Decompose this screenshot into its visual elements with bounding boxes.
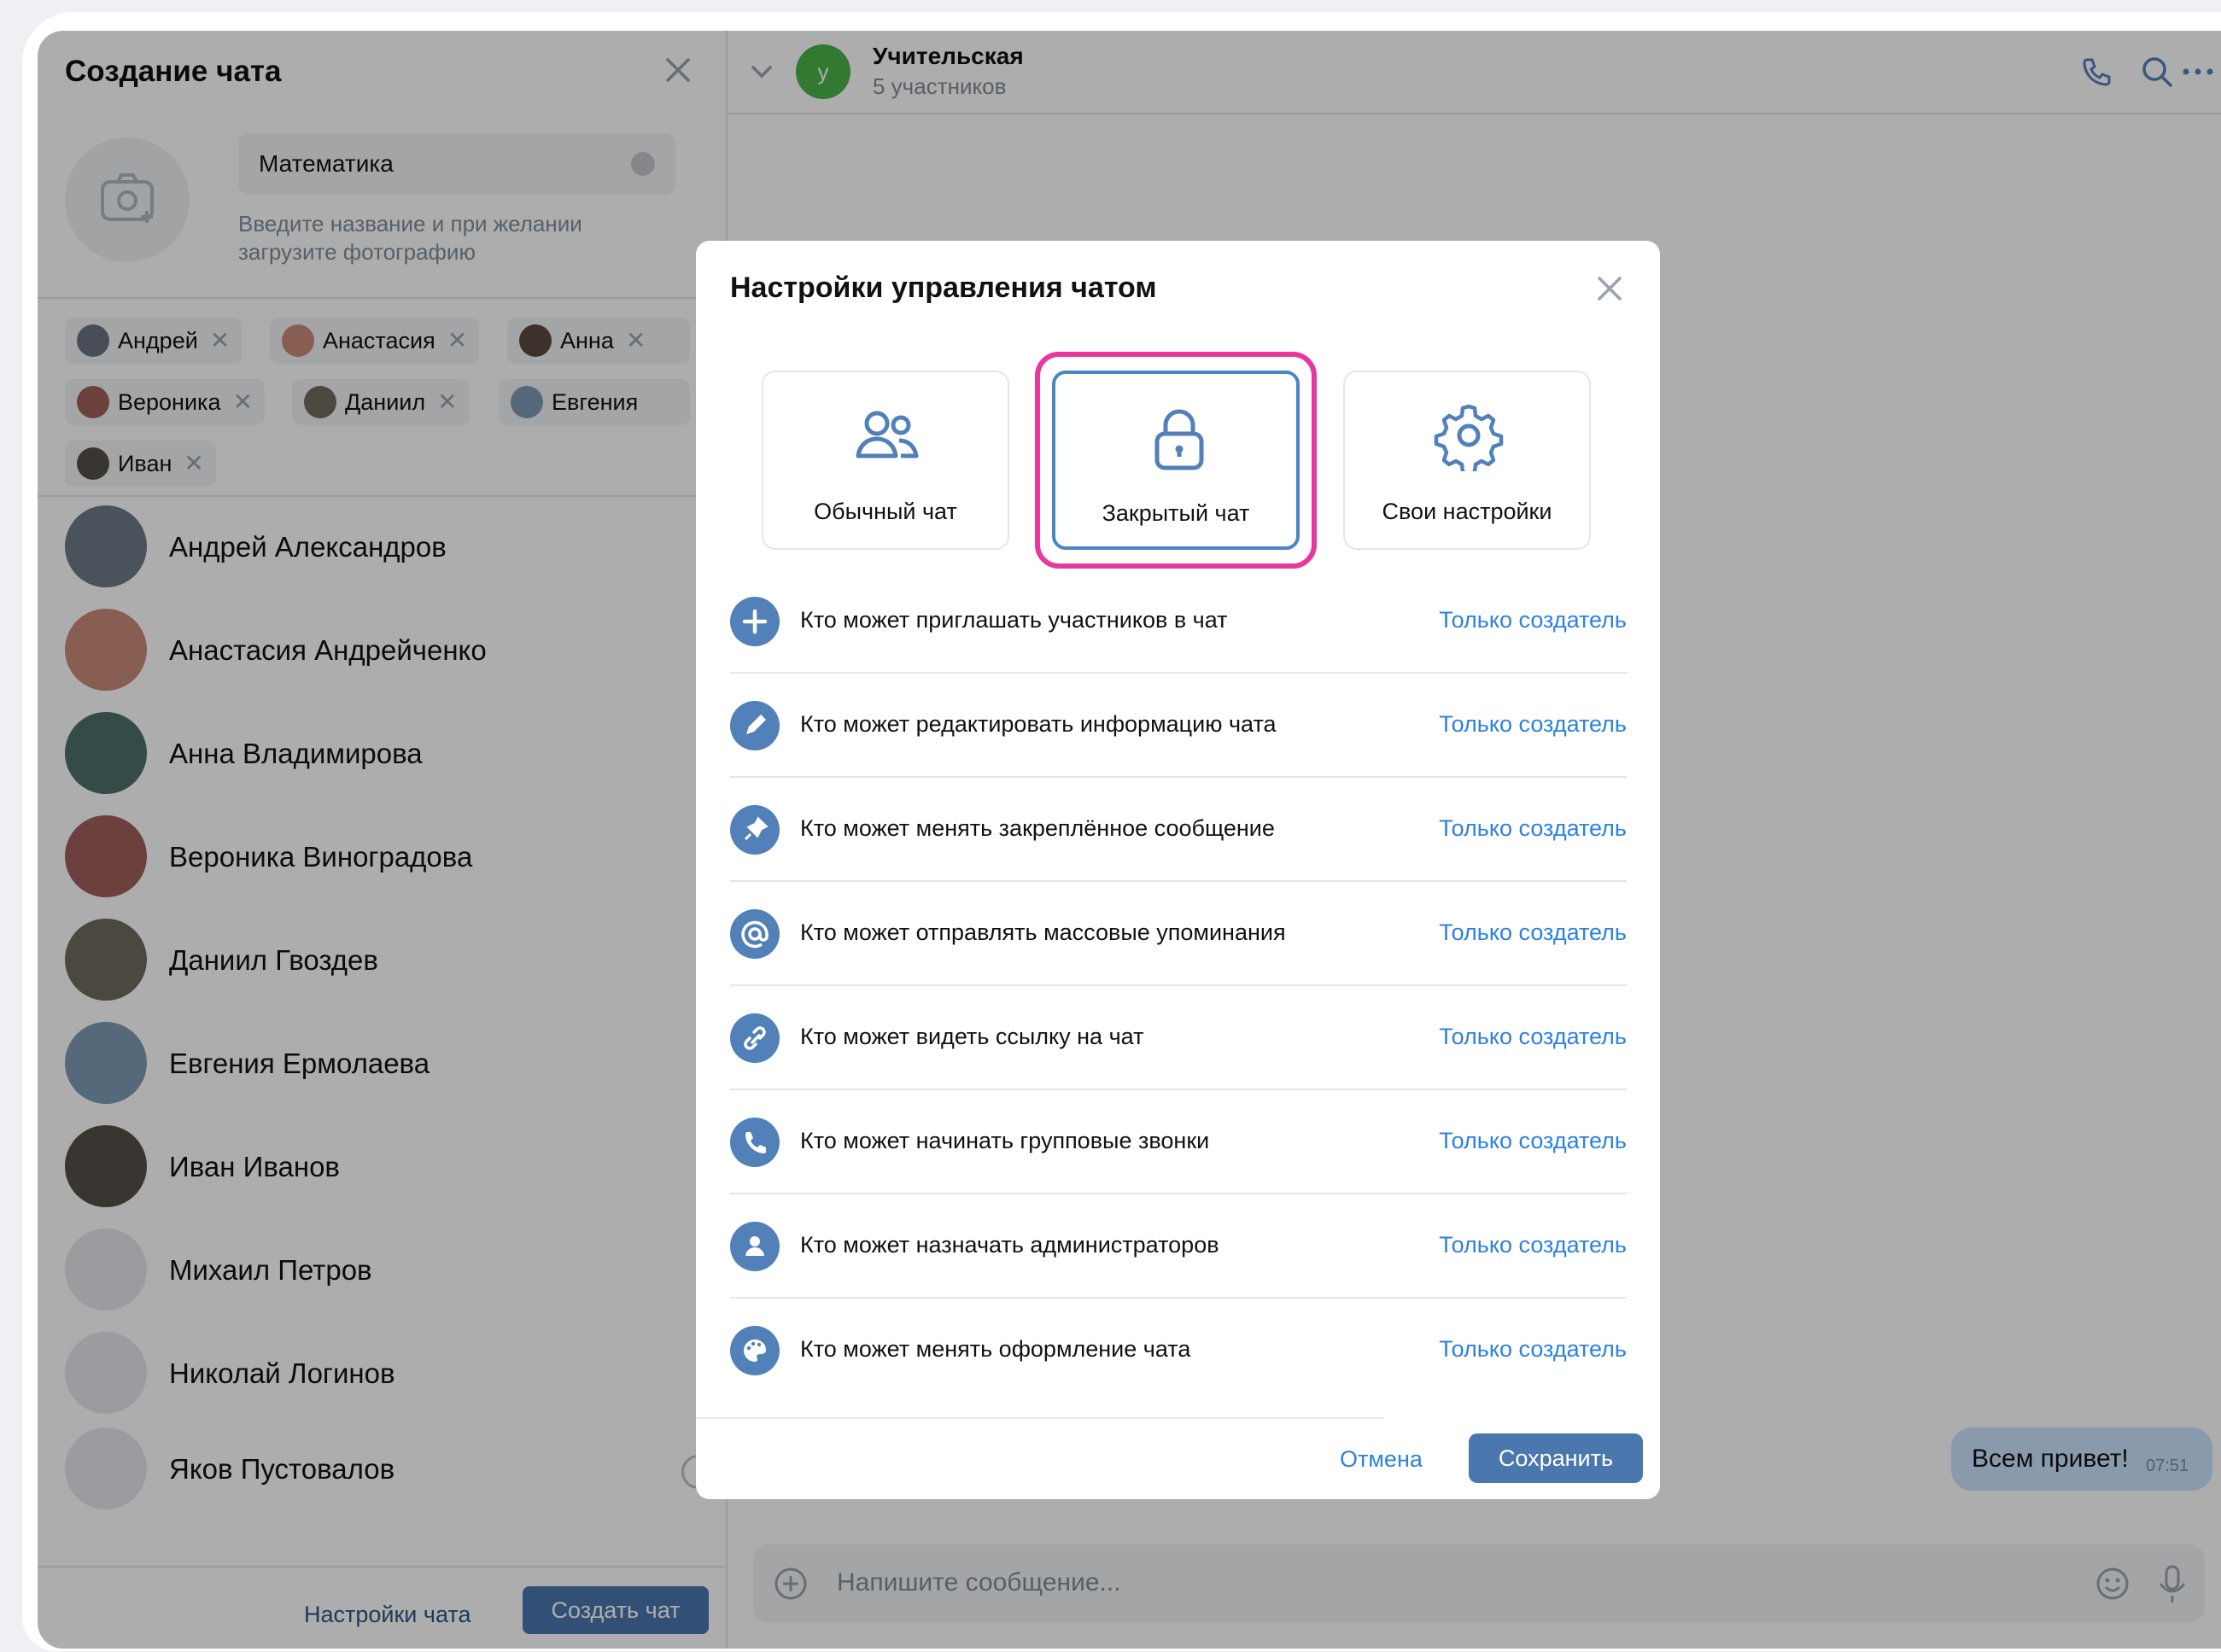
setting-row[interactable]: Кто может назначать администраторов Толь… (730, 1194, 1627, 1299)
setting-label: Кто может видеть ссылку на чат (800, 1024, 1144, 1049)
close-icon[interactable] (1593, 271, 1627, 306)
app-window: Создание чата Математика Введите названи… (38, 31, 2221, 1649)
setting-value[interactable]: Только создатель (1439, 711, 1627, 738)
chat-settings-modal: Настройки управления чатом Обычный чат З… (696, 241, 1660, 1499)
setting-row[interactable]: Кто может приглашать участников в чат То… (730, 569, 1627, 674)
plus-icon (730, 597, 780, 646)
setting-value[interactable]: Только создатель (1439, 815, 1627, 842)
setting-value[interactable]: Только создатель (1439, 1336, 1627, 1363)
setting-value[interactable]: Только создатель (1439, 1232, 1627, 1258)
modal-title: Настройки управления чатом (730, 271, 1157, 304)
preset-label: Свои настройки (1382, 499, 1552, 524)
phone-icon (730, 1118, 780, 1167)
setting-label: Кто может менять закреплённое сообщение (800, 815, 1275, 841)
cancel-button[interactable]: Отмена (1340, 1446, 1423, 1473)
setting-value[interactable]: Только создатель (1439, 919, 1627, 946)
setting-label: Кто может приглашать участников в чат (800, 607, 1228, 633)
setting-label: Кто может менять оформление чата (800, 1336, 1191, 1362)
setting-value[interactable]: Только создатель (1439, 1024, 1627, 1050)
setting-label: Кто может редактировать информацию чата (800, 711, 1277, 737)
setting-label: Кто может начинать групповые звонки (800, 1128, 1210, 1153)
users-icon (856, 411, 919, 458)
preset-custom-settings[interactable]: Свои настройки (1343, 371, 1591, 550)
at-icon (730, 909, 780, 959)
setting-row[interactable]: Кто может менять оформление чата Только … (730, 1299, 1627, 1403)
preset-label: Обычный чат (814, 499, 957, 524)
setting-label: Кто может назначать администраторов (800, 1232, 1219, 1258)
preset-regular-chat[interactable]: Обычный чат (762, 371, 1009, 550)
link-icon (730, 1013, 780, 1063)
user-icon (730, 1222, 780, 1271)
gear-icon (1434, 404, 1504, 471)
setting-row[interactable]: Кто может менять закреплённое сообщение … (730, 778, 1627, 882)
setting-value[interactable]: Только создатель (1439, 607, 1627, 633)
setting-label: Кто может отправлять массовые упоминания (800, 919, 1286, 945)
setting-row[interactable]: Кто может редактировать информацию чата … (730, 674, 1627, 778)
setting-row[interactable]: Кто может отправлять массовые упоминания… (730, 882, 1627, 986)
selection-highlight (1035, 352, 1317, 569)
save-button[interactable]: Сохранить (1469, 1433, 1643, 1483)
palette-icon (730, 1326, 780, 1375)
setting-value[interactable]: Только создатель (1439, 1128, 1627, 1154)
setting-row[interactable]: Кто может начинать групповые звонки Толь… (730, 1090, 1627, 1194)
pencil-icon (730, 701, 780, 750)
pin-icon (730, 805, 780, 855)
setting-row[interactable]: Кто может видеть ссылку на чат Только со… (730, 986, 1627, 1090)
divider (696, 1417, 1384, 1419)
